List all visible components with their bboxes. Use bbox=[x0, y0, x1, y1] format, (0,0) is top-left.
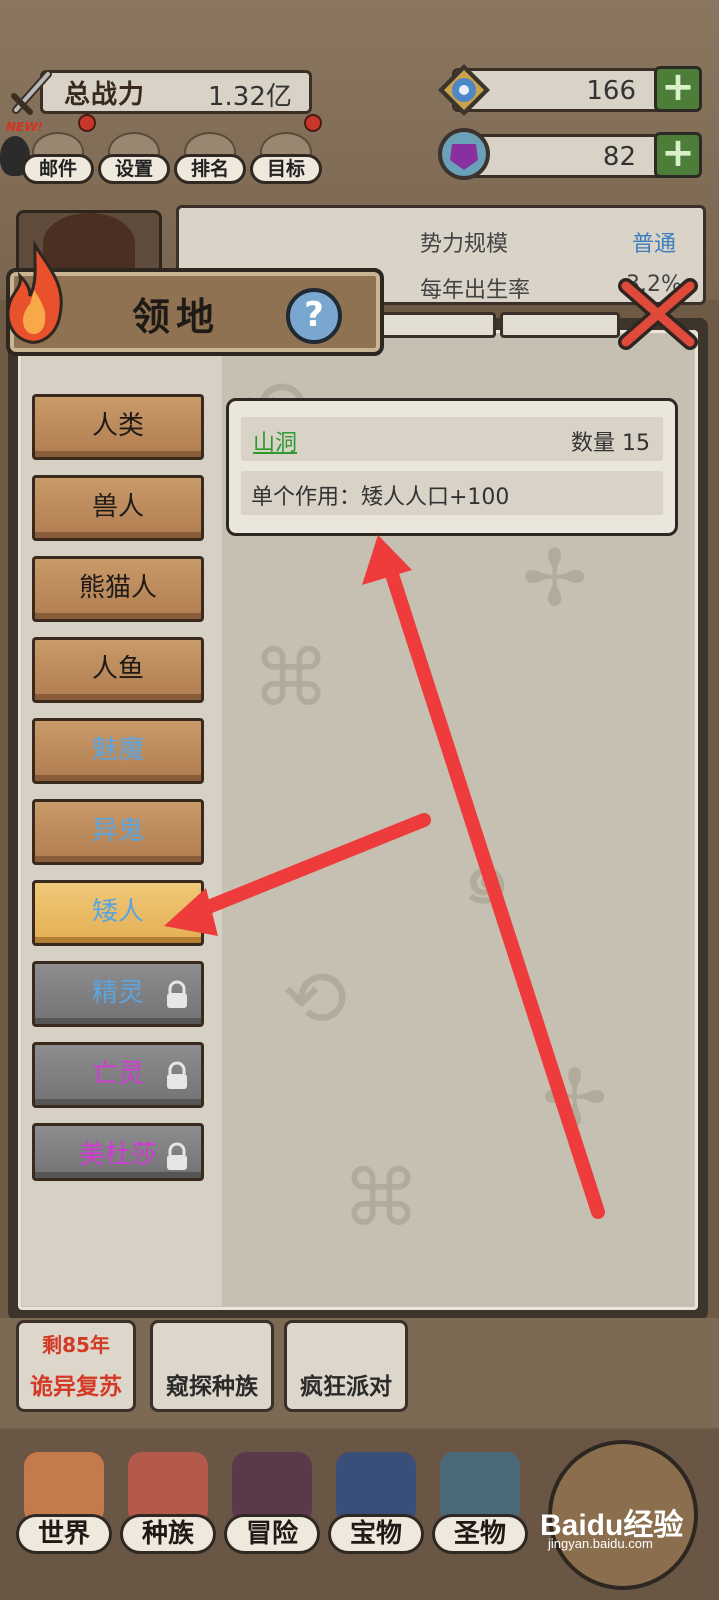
settings-button[interactable]: 设置 bbox=[98, 132, 170, 186]
flame-icon bbox=[6, 240, 63, 344]
building-name-link[interactable]: 山洞 bbox=[253, 425, 297, 457]
race-tab-human[interactable]: 人类 bbox=[32, 394, 204, 460]
tribal-pattern-decoration: ⌘ bbox=[252, 634, 330, 724]
race-tab-ghoul[interactable]: 异鬼 bbox=[32, 799, 204, 865]
ranking-button-label: 排名 bbox=[174, 154, 246, 184]
modal-tab-2[interactable] bbox=[500, 312, 620, 338]
race-tab-undead[interactable]: 亡灵 bbox=[32, 1042, 204, 1108]
nav-label: 圣物 bbox=[432, 1514, 528, 1554]
resource-value-1: 166 bbox=[586, 76, 636, 106]
race-tab-label: 兽人 bbox=[91, 492, 144, 522]
race-tab-dwarf[interactable]: 矮人 bbox=[32, 880, 204, 946]
lock-icon bbox=[167, 980, 187, 1008]
faction-scale-value: 普通 bbox=[632, 232, 677, 257]
race-tab-label: 人类 bbox=[91, 411, 144, 441]
tribal-pattern-decoration: ✢ bbox=[522, 534, 588, 624]
mail-button[interactable]: 邮件 bbox=[22, 132, 94, 186]
race-tab-label: 人鱼 bbox=[91, 654, 144, 684]
nav-relic[interactable]: 圣物 bbox=[428, 1452, 532, 1582]
purple-crystal-icon bbox=[438, 128, 490, 180]
race-tab-medusa[interactable]: 美杜莎 bbox=[32, 1123, 204, 1181]
race-tab-succubus[interactable]: 魅魔 bbox=[32, 718, 204, 784]
race-tab-label: 精灵 bbox=[91, 978, 144, 1008]
goal-button[interactable]: 目标 bbox=[250, 132, 322, 186]
crossed-swords-icon bbox=[11, 70, 52, 115]
tribal-pattern-decoration: ✢ bbox=[542, 1054, 608, 1144]
nav-label: 世界 bbox=[16, 1514, 112, 1554]
event-countdown: 剩85年 bbox=[42, 1333, 110, 1357]
event-spy-race-button[interactable]: 窥探种族 bbox=[150, 1320, 274, 1412]
watermark-url: jingyan.baidu.com bbox=[548, 1536, 653, 1551]
close-icon[interactable] bbox=[612, 272, 704, 356]
modal-tab-1[interactable] bbox=[376, 312, 496, 338]
birth-rate-label: 每年出生率 bbox=[420, 278, 531, 303]
help-button[interactable]: ? bbox=[286, 288, 342, 344]
nav-world[interactable]: 世界 bbox=[12, 1452, 116, 1582]
event-label: 疯狂派对 bbox=[300, 1374, 392, 1400]
race-tab-label: 矮人 bbox=[91, 897, 144, 927]
race-tab-label: 异鬼 bbox=[91, 816, 144, 846]
event-crazy-party-button[interactable]: 疯狂派对 bbox=[284, 1320, 408, 1412]
race-tab-label: 熊猫人 bbox=[78, 573, 157, 603]
faction-scale-label: 势力规模 bbox=[420, 232, 509, 257]
resource-value-2: 82 bbox=[602, 142, 636, 172]
race-tab-label: 魅魔 bbox=[91, 735, 144, 765]
nav-label: 冒险 bbox=[224, 1514, 320, 1554]
building-effect: 单个作用：矮人人口+100 bbox=[251, 485, 510, 510]
nav-treasure[interactable]: 宝物 bbox=[324, 1452, 428, 1582]
nav-label: 宝物 bbox=[328, 1514, 424, 1554]
modal-title: 领地 bbox=[132, 295, 221, 339]
combat-power-value: 1.32亿 bbox=[208, 82, 292, 112]
mail-notification-dot bbox=[78, 114, 96, 132]
nav-label: 种族 bbox=[120, 1514, 216, 1554]
event-label: 诡异复苏 bbox=[30, 1374, 122, 1400]
lock-icon bbox=[167, 1142, 187, 1170]
tribal-pattern-decoration: ๑ bbox=[462, 832, 512, 922]
blue-gem-icon bbox=[438, 64, 490, 116]
nav-race[interactable]: 种族 bbox=[116, 1452, 220, 1582]
event-label: 窥探种族 bbox=[166, 1374, 258, 1400]
add-resource-2-button[interactable]: + bbox=[654, 132, 702, 178]
race-tab-label: 美杜莎 bbox=[78, 1140, 157, 1170]
tribal-pattern-decoration: ⌘ bbox=[342, 1154, 420, 1244]
race-tab-merfolk[interactable]: 人鱼 bbox=[32, 637, 204, 703]
race-tab-elf[interactable]: 精灵 bbox=[32, 961, 204, 1027]
goal-button-label: 目标 bbox=[250, 154, 322, 184]
add-resource-1-button[interactable]: + bbox=[654, 66, 702, 112]
goal-notification-dot bbox=[304, 114, 322, 132]
building-count: 数量 15 bbox=[571, 431, 650, 456]
tribal-pattern-decoration: ⟲ bbox=[282, 954, 348, 1044]
race-tab-label: 亡灵 bbox=[91, 1059, 144, 1089]
combat-power-label: 总战力 bbox=[64, 80, 146, 110]
race-tab-pandaren[interactable]: 熊猫人 bbox=[32, 556, 204, 622]
event-weird-revival-button[interactable]: 剩85年 诡异复苏 bbox=[16, 1320, 136, 1412]
ranking-button[interactable]: 排名 bbox=[174, 132, 246, 186]
building-card: 山洞 数量 15 单个作用：矮人人口+100 bbox=[226, 398, 678, 536]
race-tab-orc[interactable]: 兽人 bbox=[32, 475, 204, 541]
settings-button-label: 设置 bbox=[98, 154, 170, 184]
lock-icon bbox=[167, 1061, 187, 1089]
nav-adventure[interactable]: 冒险 bbox=[220, 1452, 324, 1582]
mail-button-label: 邮件 bbox=[22, 154, 94, 184]
